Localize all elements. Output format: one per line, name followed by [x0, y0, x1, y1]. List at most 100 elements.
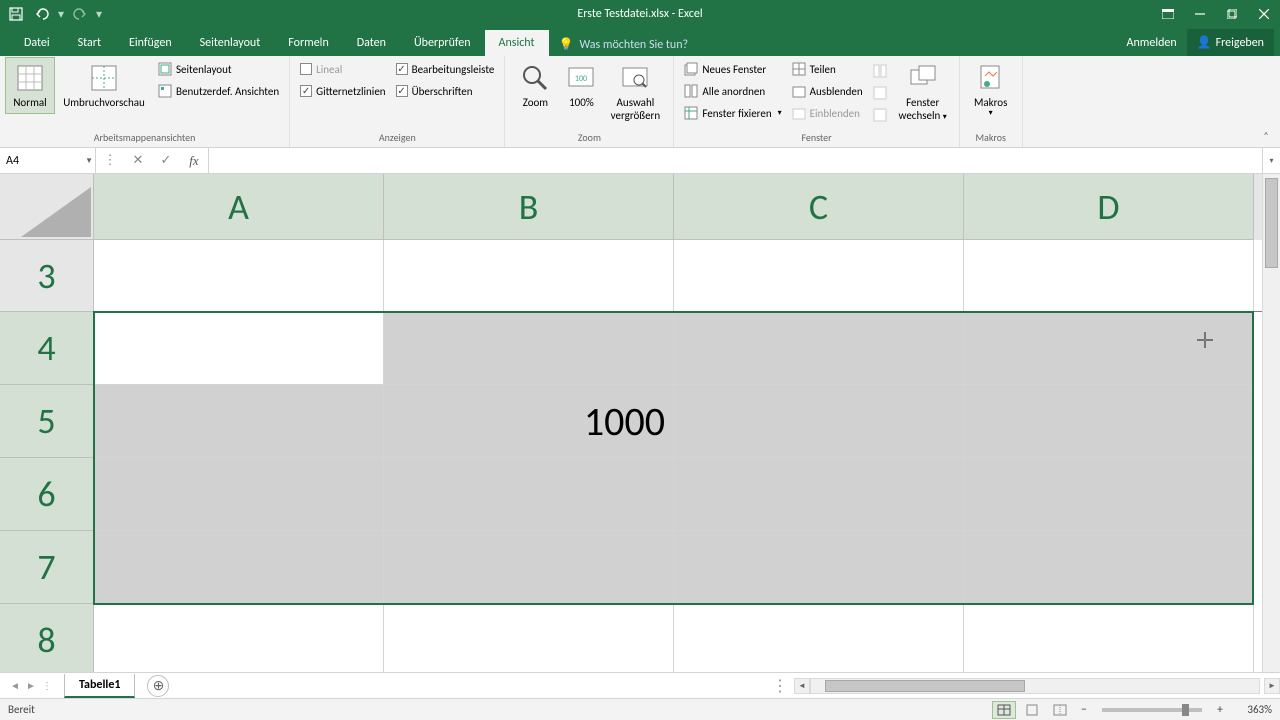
zoom-100-button[interactable]: 100 100% — [561, 58, 601, 113]
insert-function-button[interactable]: fx — [180, 148, 208, 173]
reset-window-icon[interactable] — [873, 104, 887, 126]
hscroll-grip[interactable]: ⋮ — [772, 676, 788, 696]
cell-c5[interactable] — [674, 385, 964, 458]
cell-a6[interactable] — [94, 458, 384, 531]
row-header-7[interactable]: 7 — [0, 531, 94, 604]
tab-pagelayout[interactable]: Seitenlayout — [186, 30, 275, 56]
cell-a4[interactable] — [94, 312, 384, 385]
arrange-all-button[interactable]: Alle anordnen — [680, 80, 785, 102]
hide-button[interactable]: Ausblenden — [788, 80, 867, 102]
view-normal-button[interactable] — [992, 701, 1016, 719]
cell-d6[interactable] — [964, 458, 1254, 531]
cell-b8[interactable] — [384, 604, 674, 677]
share-button[interactable]: 👤 Freigeben — [1187, 29, 1274, 56]
cell-a3[interactable] — [94, 240, 384, 312]
zoom-out-button[interactable]: − — [1076, 702, 1092, 718]
row-header-4[interactable]: 4 — [0, 312, 94, 385]
row-headers[interactable]: 3 4 5 6 7 8 — [0, 240, 94, 672]
qat-customize[interactable]: ▾ — [94, 7, 104, 22]
col-header-b[interactable]: B — [384, 174, 674, 240]
view-pagebreak-button[interactable] — [1048, 701, 1072, 719]
new-sheet-button[interactable]: ⊕ — [147, 675, 169, 697]
row-header-5[interactable]: 5 — [0, 385, 94, 458]
cell-b3[interactable] — [384, 240, 674, 312]
zoom-level[interactable]: 363% — [1232, 703, 1272, 716]
zoom-slider-thumb[interactable] — [1182, 704, 1189, 716]
spreadsheet-grid[interactable]: A B C D 3 4 5 6 7 8 1000 — [0, 174, 1280, 672]
signin-button[interactable]: Anmelden — [1117, 30, 1187, 56]
tab-review[interactable]: Überprüfen — [400, 30, 485, 56]
expand-formula-bar-button[interactable]: ▾ — [1262, 148, 1280, 173]
headings-checkbox[interactable]: Überschriften — [392, 80, 499, 102]
sheet-nav-next[interactable]: ► — [24, 679, 38, 692]
cell-a5[interactable] — [94, 385, 384, 458]
cell-d8[interactable] — [964, 604, 1254, 677]
switch-windows-button[interactable]: Fenster wechseln ▾ — [893, 58, 953, 127]
horizontal-scrollbar[interactable]: ⋮ ◄ ► — [772, 677, 1280, 695]
macros-button[interactable]: Makros ▾ — [966, 58, 1016, 123]
select-all-corner[interactable] — [0, 174, 94, 240]
save-button[interactable] — [4, 2, 28, 26]
cell-d4[interactable] — [964, 312, 1254, 385]
cell-a8[interactable] — [94, 604, 384, 677]
formula-input[interactable] — [209, 148, 1262, 173]
hscroll-thumb[interactable] — [825, 680, 1025, 692]
sync-scroll-icon[interactable] — [873, 82, 887, 104]
sheet-tab-1[interactable]: Tabelle1 — [64, 674, 135, 698]
tab-insert[interactable]: Einfügen — [115, 30, 186, 56]
ribbon-display-options-button[interactable] — [1152, 0, 1184, 28]
enter-button[interactable]: ✓ — [152, 148, 180, 173]
tab-view[interactable]: Ansicht — [485, 30, 549, 56]
tell-me-search[interactable]: 💡 Was möchten Sie tun? — [549, 33, 699, 56]
tab-home[interactable]: Start — [64, 30, 115, 56]
ruler-checkbox[interactable]: Lineal — [296, 58, 389, 80]
hscroll-left-button[interactable]: ◄ — [794, 678, 810, 694]
close-button[interactable] — [1248, 0, 1280, 28]
minimize-button[interactable] — [1184, 0, 1216, 28]
cell-d3[interactable] — [964, 240, 1254, 312]
undo-button[interactable] — [30, 2, 54, 26]
row-header-6[interactable]: 6 — [0, 458, 94, 531]
hscroll-track[interactable] — [810, 678, 1260, 694]
cell-a7[interactable] — [94, 531, 384, 604]
cell-c7[interactable] — [674, 531, 964, 604]
zoom-selection-button[interactable]: Auswahl vergrößern — [603, 58, 667, 126]
col-header-c[interactable]: C — [674, 174, 964, 240]
name-box[interactable]: A4 ▼ — [0, 148, 96, 173]
freeze-panes-button[interactable]: Fenster fixieren▾ — [680, 102, 785, 124]
page-break-preview-button[interactable]: Umbruchvorschau — [56, 58, 152, 113]
split-button[interactable]: Teilen — [788, 58, 867, 80]
row-header-3[interactable]: 3 — [0, 240, 94, 312]
cell-c8[interactable] — [674, 604, 964, 677]
vscroll-thumb[interactable] — [1265, 178, 1278, 268]
custom-views-button[interactable]: Benutzerdef. Ansichten — [154, 80, 283, 102]
new-window-button[interactable]: Neues Fenster — [680, 58, 785, 80]
gridlines-checkbox[interactable]: Gitternetzlinien — [296, 80, 389, 102]
cell-b4[interactable] — [384, 312, 674, 385]
vertical-scrollbar[interactable] — [1262, 174, 1280, 672]
view-pagelayout-button[interactable] — [1020, 701, 1044, 719]
cell-b7[interactable] — [384, 531, 674, 604]
tab-formulas[interactable]: Formeln — [274, 30, 342, 56]
zoom-in-button[interactable]: + — [1212, 702, 1228, 718]
zoom-button[interactable]: Zoom — [511, 58, 559, 113]
maximize-button[interactable] — [1216, 0, 1248, 28]
col-header-a[interactable]: A — [94, 174, 384, 240]
cell-b5[interactable]: 1000 — [384, 385, 674, 458]
chevron-down-icon[interactable]: ▼ — [85, 156, 93, 166]
cell-c3[interactable] — [674, 240, 964, 312]
formulabar-checkbox[interactable]: Bearbeitungsleiste — [392, 58, 499, 80]
sheet-nav-prev[interactable]: ◄ — [8, 679, 22, 692]
sheet-nav[interactable]: ◄►⋮ — [0, 679, 62, 692]
cells-area[interactable]: 1000 — [94, 240, 1262, 672]
zoom-slider[interactable] — [1102, 708, 1202, 712]
hscroll-right-button[interactable]: ► — [1264, 678, 1280, 694]
redo-button[interactable] — [68, 2, 92, 26]
cell-c6[interactable] — [674, 458, 964, 531]
view-side-icon[interactable] — [873, 60, 887, 82]
cancel-button[interactable]: ✕ — [124, 148, 152, 173]
page-layout-button[interactable]: Seitenlayout — [154, 58, 283, 80]
cell-d7[interactable] — [964, 531, 1254, 604]
cell-d5[interactable] — [964, 385, 1254, 458]
tab-file[interactable]: Datei — [10, 30, 64, 56]
